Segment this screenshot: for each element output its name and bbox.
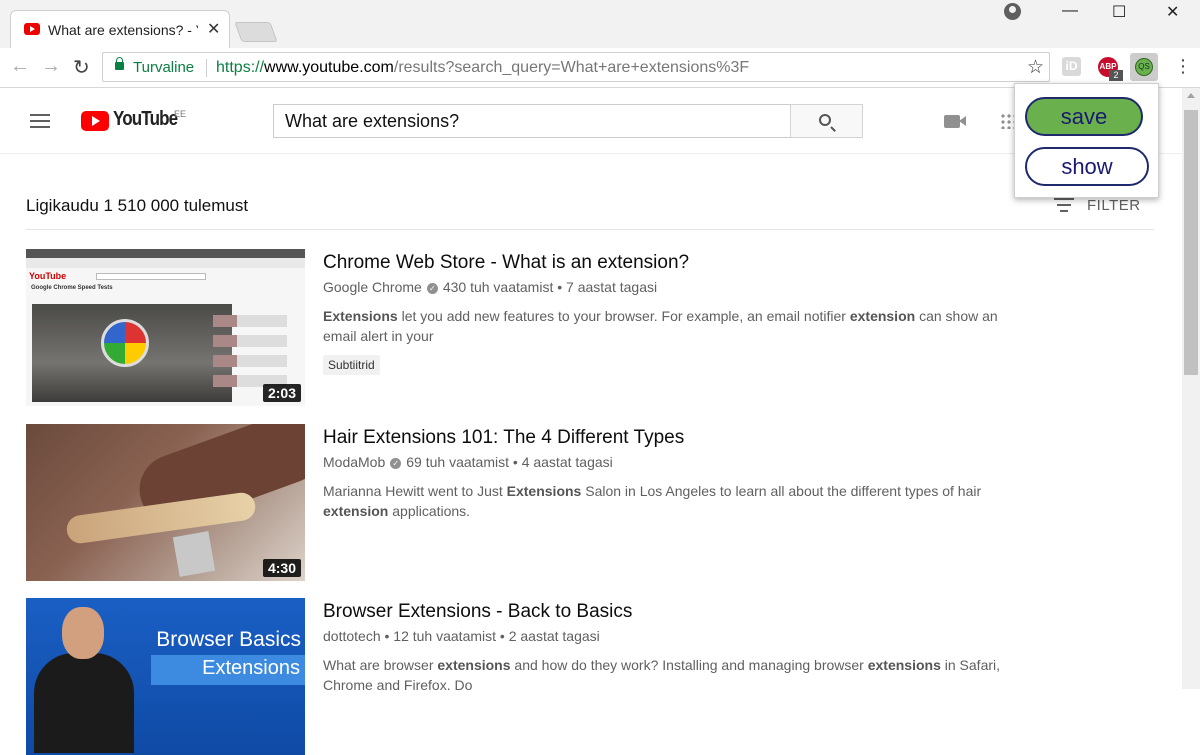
minimize-button[interactable]: — [1062,2,1078,20]
result-count: Ligikaudu 1 510 000 tulemust [26,196,249,215]
thumb-logo: YouTube [29,271,67,281]
show-button[interactable]: show [1025,147,1149,186]
youtube-logo-icon[interactable] [81,111,109,131]
subtitles-badge: Subtiitrid [323,355,380,375]
tab-title: What are extensions? - YouTube [48,22,198,38]
video-description: Marianna Hewitt went to Just Extensions … [323,483,982,519]
url-text[interactable]: https://www.youtube.com/results?search_q… [216,59,749,77]
chrome-disc-icon [101,319,149,367]
scroll-up-icon[interactable] [1187,93,1195,98]
maximize-button[interactable]: ☐ [1112,2,1126,22]
thumb-heading: Google Chrome Speed Tests [31,285,113,291]
qs-extension-button[interactable]: QS [1130,53,1158,81]
browser-toolbar: ← → ↻ Turvaline https://www.youtube.com/… [0,48,1200,88]
chrome-menu-icon[interactable]: ⋮ [1174,56,1192,77]
video-title[interactable]: Hair Extensions 101: The 4 Different Typ… [323,427,684,449]
close-window-button[interactable]: ✕ [1166,2,1179,22]
verified-icon: ✓ [426,283,438,294]
page-scrollbar[interactable] [1182,88,1200,689]
channel-name[interactable]: ModaMob [323,454,385,470]
video-thumbnail[interactable]: Browser Basics Extensions [26,598,305,755]
search-input[interactable]: What are extensions? [273,104,791,138]
omnibox-separator [206,59,207,77]
reload-button[interactable]: ↻ [73,55,90,80]
video-title[interactable]: Browser Extensions - Back to Basics [323,601,632,623]
back-button[interactable]: ← [10,55,30,78]
channel-name[interactable]: dottotech [323,628,381,644]
url-scheme: https:// [216,59,265,76]
view-count: 69 tuh vaatamist [406,454,509,470]
upload-video-icon[interactable] [944,115,966,128]
video-description: What are browser extensions and how do t… [323,657,1001,693]
ext-id-icon[interactable]: iD [1062,57,1081,76]
extension-popup: save show [1014,83,1159,198]
browser-tab[interactable]: What are extensions? - YouTube ✕ [10,10,230,48]
video-thumbnail[interactable]: 4:30 [26,424,305,581]
profile-icon[interactable] [1004,3,1021,20]
filter-button[interactable]: FILTER [1087,197,1141,214]
bookmark-star-icon[interactable]: ☆ [1027,56,1044,79]
tab-close-icon[interactable]: ✕ [207,19,220,39]
video-duration: 2:03 [262,384,301,402]
video-description: Extensions let you add new features to y… [323,308,998,344]
search-button[interactable] [790,104,863,138]
video-title[interactable]: Chrome Web Store - What is an extension? [323,252,689,274]
upload-age: 2 aastat tagasi [508,628,600,644]
filter-icon[interactable] [1054,198,1074,212]
video-meta: ModaMob ✓ 69 tuh vaatamist • 4 aastat taga… [323,454,613,470]
adblock-badge: 2 [1109,70,1123,81]
youtube-favicon-icon [24,23,40,35]
youtube-logo-text[interactable]: YouTube [113,108,178,131]
upload-age: 4 aastat tagasi [521,454,613,470]
thumb-title: Browser Basics [156,628,301,651]
tab-strip: What are extensions? - YouTube ✕ — ☐ ✕ [0,0,1200,48]
qs-extension-icon: QS [1135,58,1153,76]
video-duration: 4:30 [262,559,301,577]
upload-age: 7 aastat tagasi [566,279,658,295]
secure-label: Turvaline [133,59,195,76]
search-icon [819,114,831,126]
address-bar[interactable]: Turvaline https://www.youtube.com/result… [102,52,1050,82]
video-meta: Google Chrome ✓ 430 tuh vaatamist • 7 aast… [323,279,658,295]
lock-icon [115,57,124,70]
thumb-subtitle: Extensions [202,657,300,679]
save-button[interactable]: save [1025,97,1143,136]
youtube-masthead: YouTube EE What are extensions? [0,88,1182,154]
view-count: 12 tuh vaatamist [393,628,497,644]
presenter-image [34,603,134,753]
scrollbar-thumb[interactable] [1184,110,1198,375]
verified-icon: ✓ [390,458,402,469]
url-host: www.youtube.com [264,59,394,76]
view-count: 430 tuh vaatamist [442,279,554,295]
url-path: /results?search_query=What+are+extension… [393,59,750,76]
hamburger-menu-icon[interactable] [30,114,50,128]
video-thumbnail[interactable]: YouTube Google Chrome Speed Tests 2:03 [26,249,305,406]
forward-button[interactable]: → [41,55,61,78]
channel-name[interactable]: Google Chrome [323,279,422,295]
region-code: EE [174,109,187,119]
video-meta: dottotech • 12 tuh vaatamist • 2 aastat … [323,628,600,644]
results-divider [26,229,1154,230]
new-tab-button[interactable] [234,22,278,42]
